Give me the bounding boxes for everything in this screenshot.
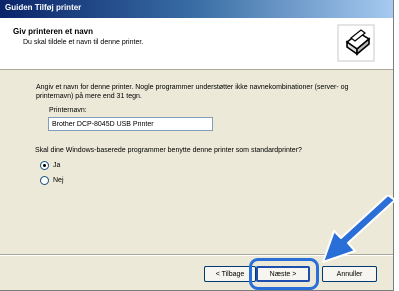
printer-wizard-icon bbox=[337, 24, 375, 62]
page-subtitle: Du skal tildele et navn til denne printe… bbox=[23, 39, 144, 46]
pointer-arrow-icon bbox=[322, 195, 396, 263]
default-printer-question: Skal dine Windows-baserede programmer be… bbox=[35, 147, 302, 154]
next-button-highlight bbox=[249, 258, 319, 290]
radio-yes[interactable] bbox=[40, 161, 49, 170]
radio-no-label: Nej bbox=[53, 177, 64, 184]
printer-name-label: Printernavn: bbox=[49, 107, 87, 114]
page-title: Giv printeren et navn bbox=[13, 27, 94, 36]
wizard-header: Giv printeren et navn Du skal tildele et… bbox=[0, 18, 393, 70]
radio-yes-label: Ja bbox=[53, 162, 61, 169]
radio-option-no[interactable]: Nej bbox=[40, 176, 64, 185]
window-title: Guiden Tilføj printer bbox=[5, 3, 82, 12]
radio-option-yes[interactable]: Ja bbox=[40, 161, 60, 170]
radio-no[interactable] bbox=[40, 176, 49, 185]
printer-name-input[interactable] bbox=[48, 117, 213, 131]
description-text: Angiv et navn for denne printer. Nogle p… bbox=[36, 84, 349, 100]
title-bar[interactable]: Guiden Tilføj printer bbox=[0, 0, 393, 18]
